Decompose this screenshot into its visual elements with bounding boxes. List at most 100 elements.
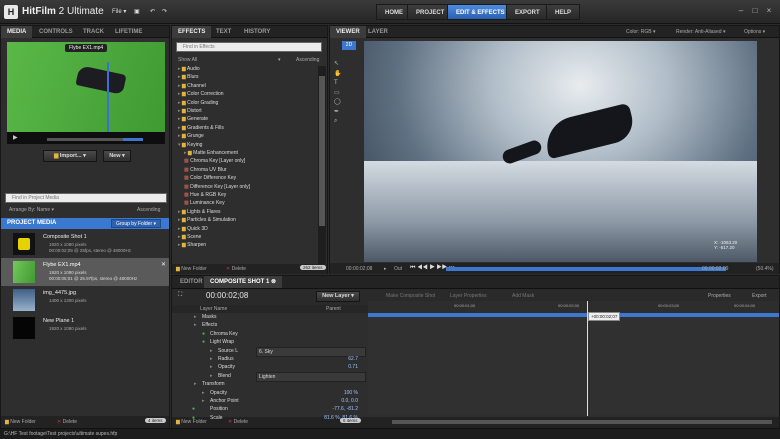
- effect-folder[interactable]: ▸ ▆ Channel: [178, 82, 206, 90]
- redo-icon[interactable]: ↷: [162, 8, 167, 15]
- preview-scrubber[interactable]: [47, 138, 143, 141]
- list-item-selected[interactable]: Flybe EX1.mp4 1920 x 1080 pixels 00:00:0…: [1, 258, 169, 286]
- tab-lifetime[interactable]: LIFETIME: [109, 26, 148, 38]
- text-tool-icon[interactable]: T: [334, 79, 341, 89]
- nav-edit-effects[interactable]: EDIT & EFFECTS: [447, 4, 514, 20]
- properties-button[interactable]: Properties: [708, 293, 731, 299]
- out-button[interactable]: Out: [394, 266, 402, 272]
- color-mode-dropdown[interactable]: Color: RGB ▾: [626, 29, 655, 35]
- tab-text[interactable]: TEXT: [210, 26, 237, 38]
- effect-folder[interactable]: ▸ ▆ Grunge: [178, 132, 204, 140]
- layer-property-row[interactable]: ● Chroma Key: [176, 330, 366, 338]
- tab-controls[interactable]: CONTROLS: [33, 26, 79, 38]
- layer-properties-button[interactable]: Layer Properties: [450, 293, 487, 299]
- layer-property-row[interactable]: ● Scale 81.6 %, 81.6 %: [176, 414, 366, 422]
- effect-folder[interactable]: ▸ ▆ Scene: [178, 233, 201, 241]
- effect-folder[interactable]: ▸ ▆ Audio: [178, 65, 200, 73]
- viewer-options-menu[interactable]: Options ▾: [744, 29, 765, 35]
- effect-folder[interactable]: ▸ ▆ Generate: [178, 115, 208, 123]
- new-layer-button[interactable]: New Layer ▾: [316, 291, 360, 302]
- make-composite-button[interactable]: Make Composite Shot: [386, 293, 435, 299]
- maximize-icon[interactable]: □: [750, 6, 760, 16]
- layer-property-row[interactable]: ▸ Radius 62.7: [176, 355, 366, 363]
- select-tool-icon[interactable]: ↖: [334, 60, 341, 70]
- media-search-input[interactable]: Find in Project Media: [5, 193, 167, 203]
- hand-tool-icon[interactable]: ✋: [334, 70, 341, 80]
- group-by-folder-dropdown[interactable]: Group by Folder ▾: [111, 219, 162, 228]
- layer-property-row[interactable]: ▸ Source L 6. Sky: [176, 346, 366, 357]
- viewer-canvas[interactable]: X: -1063.20 Y: -517.20: [364, 41, 757, 262]
- in-button[interactable]: ▸: [384, 266, 387, 272]
- tab-history[interactable]: HISTORY: [238, 26, 276, 38]
- tab-viewer[interactable]: VIEWER: [330, 26, 366, 38]
- add-mask-button[interactable]: Add Mask: [512, 293, 534, 299]
- time-ruler[interactable]: 00:00:01;00 00:00:02;00 00:00:03;00 00:0…: [368, 301, 779, 313]
- effect-folder[interactable]: ▸ ▆ Quick 3D: [178, 225, 208, 233]
- remove-icon[interactable]: ✕: [161, 261, 166, 268]
- zoom-level[interactable]: (50.4%): [756, 266, 774, 272]
- minimize-icon[interactable]: –: [736, 6, 746, 16]
- effect-folder[interactable]: ▸ ▆ Blurs: [178, 73, 199, 81]
- list-item[interactable]: New Plane 1 1920 x 1080 pixels: [1, 314, 169, 342]
- effect-folder[interactable]: ▸ ▆ Particles & Simulation: [178, 216, 236, 224]
- layer-property-row[interactable]: ● Light Wrap: [176, 338, 366, 346]
- scroll-thumb[interactable]: [319, 76, 325, 226]
- ellipse-mask-tool-icon[interactable]: ◯: [334, 98, 341, 108]
- new-folder-button[interactable]: ▆ New Folder: [5, 419, 36, 425]
- arrange-by-dropdown[interactable]: Arrange By: Name ▾: [9, 207, 54, 213]
- effect-folder[interactable]: ▸ ▆ Color Grading: [178, 99, 218, 107]
- file-menu[interactable]: File ▾: [112, 8, 126, 15]
- layer-property-row[interactable]: ▸ Transform: [176, 380, 366, 388]
- pen-tool-icon[interactable]: ✒: [334, 108, 341, 118]
- effects-sort-order[interactable]: Ascending: [296, 57, 319, 63]
- save-icon[interactable]: ▣: [134, 8, 140, 15]
- rect-mask-tool-icon[interactable]: ▭: [334, 89, 341, 99]
- show-all-dropdown[interactable]: Show All: [178, 57, 197, 63]
- playhead[interactable]: [587, 301, 588, 416]
- tab-composite-shot[interactable]: COMPOSITE SHOT 1 ⊗: [204, 276, 283, 288]
- tab-layer[interactable]: LAYER: [362, 26, 394, 38]
- effect-item[interactable]: ▩ Chroma UV Blur: [184, 166, 227, 174]
- lock-icon[interactable]: ⛶: [178, 292, 182, 299]
- layer-property-row[interactable]: ▸ Effects: [176, 321, 366, 329]
- nav-help[interactable]: HELP: [546, 4, 581, 20]
- play-icon[interactable]: ▶: [13, 134, 18, 141]
- delete-button[interactable]: ✕ Delete: [57, 419, 77, 425]
- layer-property-row[interactable]: ▸ Blend Lighten: [176, 371, 366, 383]
- effect-item[interactable]: ▩ Difference Key [Layer only]: [184, 183, 250, 191]
- effect-folder[interactable]: ▸ ▆ Sharpen: [178, 241, 206, 249]
- zoom-tool-icon[interactable]: ⌕: [334, 117, 341, 127]
- new-button[interactable]: New ▾: [103, 150, 131, 162]
- nav-export[interactable]: EXPORT: [506, 4, 549, 20]
- effect-folder[interactable]: ▸ ▆ Distort: [178, 107, 202, 115]
- effect-item[interactable]: ▩ Chroma Key [Layer only]: [184, 157, 245, 165]
- delete-button[interactable]: ✕ Delete: [226, 266, 246, 272]
- layer-property-row[interactable]: ● Position -77.6, -81.2: [176, 405, 366, 413]
- layer-property-row[interactable]: ▸ Opacity 100 %: [176, 389, 366, 397]
- effect-item[interactable]: ▩ Luminance Key: [184, 199, 225, 207]
- list-item[interactable]: img_4475.jpg 1400 x 1300 pixels: [1, 286, 169, 314]
- layer-property-row[interactable]: ▸ Opacity 0.71: [176, 363, 366, 371]
- tab-effects[interactable]: EFFECTS: [172, 26, 212, 38]
- tab-media[interactable]: MEDIA: [1, 26, 33, 38]
- import-button[interactable]: ▆ Import... ▾: [43, 150, 97, 162]
- effect-item[interactable]: ▩ Hue & RGB Key: [184, 191, 226, 199]
- effect-folder[interactable]: ▸ ▆ Matte Enhancement: [184, 149, 238, 157]
- new-folder-button[interactable]: ▆ New Folder: [176, 266, 207, 272]
- effects-search-input[interactable]: Find in Effects: [176, 42, 322, 52]
- list-item[interactable]: Composite Shot 1 1920 x 1080 pixels 00:0…: [1, 230, 169, 258]
- 2d-toggle[interactable]: 2D: [342, 41, 356, 50]
- undo-icon[interactable]: ↶: [150, 8, 155, 15]
- timeline-horizontal-scrollbar[interactable]: [392, 420, 772, 424]
- export-button[interactable]: Export: [752, 293, 766, 299]
- sort-dropdown-icon[interactable]: ▾: [278, 57, 281, 63]
- viewer-scrubber[interactable]: [446, 267, 726, 271]
- effect-folder[interactable]: ▾ ▆ Keying: [178, 141, 202, 149]
- effects-scrollbar[interactable]: [318, 66, 326, 264]
- tab-track[interactable]: TRACK: [77, 26, 110, 38]
- effect-folder[interactable]: ▸ ▆ Lights & Flares: [178, 208, 221, 216]
- render-mode-dropdown[interactable]: Render: Anti-Aliased ▾: [676, 29, 726, 35]
- media-sort-order[interactable]: Ascending: [137, 207, 160, 213]
- layer-property-row[interactable]: ▸ Masks: [176, 313, 366, 321]
- effect-folder[interactable]: ▸ ▆ Gradients & Fills: [178, 124, 224, 132]
